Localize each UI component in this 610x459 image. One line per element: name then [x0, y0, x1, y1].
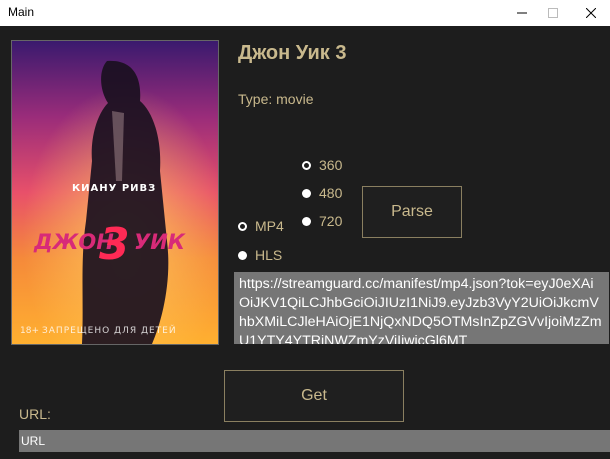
window-titlebar: Main — [0, 0, 610, 26]
quality-radio-360[interactable]: 360 — [302, 157, 342, 173]
poster-footer-text: ЗАПРЕЩЕНО ДЛЯ ДЕТЕЙ — [42, 324, 177, 336]
radio-selected-icon — [302, 160, 311, 170]
poster-actor-text: КИАНУ РИВЗ — [72, 183, 156, 194]
movie-poster: КИАНУ РИВЗ ДЖОН 3 УИК 18+ ЗАПРЕЩЕНО ДЛЯ … — [11, 40, 219, 345]
quality-radio-720[interactable]: 720 — [302, 213, 342, 229]
close-icon — [586, 8, 596, 18]
url-input[interactable] — [19, 430, 610, 452]
maximize-icon — [548, 8, 558, 18]
minimize-icon — [517, 12, 527, 14]
radio-unselected-icon — [302, 216, 311, 226]
format-radio-mp4[interactable]: MP4 — [238, 218, 284, 234]
movie-type-label: Type: movie — [238, 91, 314, 107]
get-button[interactable]: Get — [224, 370, 404, 422]
poster-rating-text: 18+ — [20, 326, 39, 336]
parse-button[interactable]: Parse — [362, 186, 462, 238]
close-button[interactable] — [574, 0, 608, 26]
main-window-content: КИАНУ РИВЗ ДЖОН 3 УИК 18+ ЗАПРЕЩЕНО ДЛЯ … — [0, 26, 610, 459]
format-radio-hls[interactable]: HLS — [238, 247, 282, 263]
minimize-button[interactable] — [505, 0, 539, 26]
radio-unselected-icon — [302, 188, 311, 198]
poster-title-number: 3 — [99, 219, 130, 270]
quality-radio-label: 360 — [319, 157, 343, 173]
radio-unselected-icon — [238, 250, 247, 260]
poster-title-right: УИК — [134, 230, 186, 254]
quality-radio-label: 480 — [319, 185, 343, 201]
result-url-text[interactable]: https://streamguard.cc/manifest/mp4.json… — [234, 272, 609, 344]
quality-radio-label: 720 — [319, 213, 343, 229]
radio-selected-icon — [238, 221, 247, 231]
movie-title: Джон Уик 3 — [238, 42, 347, 64]
quality-radio-480[interactable]: 480 — [302, 185, 342, 201]
format-radio-label: MP4 — [255, 218, 284, 234]
format-radio-label: HLS — [255, 247, 283, 263]
url-label: URL: — [19, 406, 51, 422]
maximize-button[interactable] — [536, 0, 570, 26]
window-title: Main — [8, 5, 35, 19]
